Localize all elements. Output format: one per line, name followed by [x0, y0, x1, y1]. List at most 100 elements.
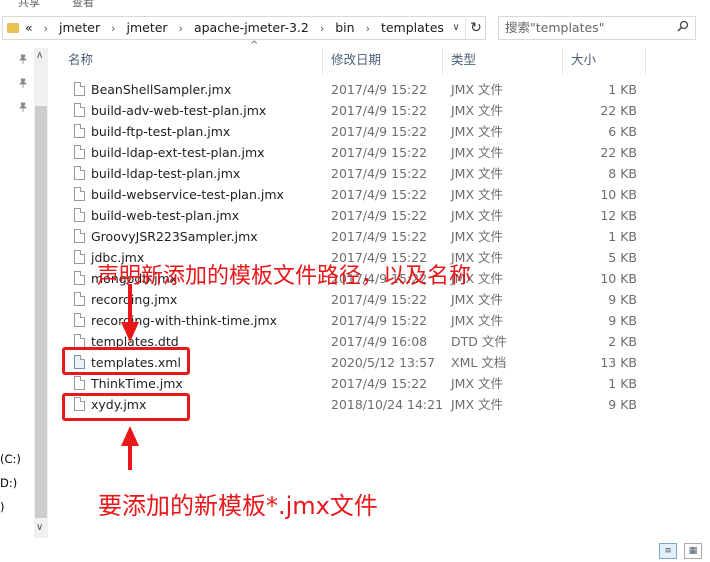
- file-row[interactable]: build-ldap-test-plan.jmx 2017/4/9 15:22 JM…: [60, 163, 646, 184]
- annotation-arrow-down: [128, 444, 132, 470]
- file-row[interactable]: build-web-test-plan.jmx 2017/4/9 15:22 JMX…: [60, 205, 646, 226]
- search-input[interactable]: 搜索"templates": [498, 16, 696, 40]
- file-row[interactable]: GroovyJSR223Sampler.jmx 2017/4/9 15:22 JMX…: [60, 226, 646, 247]
- file-size: 2 KB: [608, 334, 637, 349]
- column-type[interactable]: 类型: [443, 48, 563, 74]
- file-type: JMX 文件: [451, 376, 504, 391]
- file-size: 1 KB: [608, 376, 637, 391]
- file-size: 9 KB: [608, 313, 637, 328]
- file-icon: [74, 334, 85, 348]
- file-type: JMX 文件: [451, 313, 504, 328]
- file-type: JMX 文件: [451, 292, 504, 307]
- file-name[interactable]: build-ftp-test-plan.jmx: [91, 121, 230, 142]
- file-date: 2018/10/24 14:21: [331, 397, 444, 412]
- file-name[interactable]: BeanShellSampler.jmx: [91, 79, 231, 100]
- file-date: 2017/4/9 15:22: [331, 208, 428, 223]
- file-row[interactable]: ThinkTime.jmx 2017/4/9 15:22 JMX 文件 1 KB: [60, 373, 646, 394]
- breadcrumb-separator[interactable]: ›: [320, 22, 324, 35]
- breadcrumb: « › jmeter › jmeter › apache-jmeter-3.2 …: [25, 17, 444, 39]
- file-size: 22 KB: [600, 103, 637, 118]
- breadcrumb-jmeter-root[interactable]: jmeter: [59, 20, 100, 35]
- drive-d[interactable]: D:): [0, 476, 17, 490]
- breadcrumb-templates[interactable]: templates: [381, 20, 444, 35]
- back-chevron-icon[interactable]: «: [25, 20, 33, 35]
- pin-icon[interactable]: [18, 54, 28, 67]
- file-date: 2017/4/9 15:22: [331, 145, 428, 160]
- file-row[interactable]: build-webservice-test-plan.jmx 2017/4/9 1…: [60, 184, 646, 205]
- breadcrumb-apache-jmeter[interactable]: apache-jmeter-3.2: [194, 20, 309, 35]
- file-name[interactable]: build-ldap-test-plan.jmx: [91, 163, 240, 184]
- file-name[interactable]: GroovyJSR223Sampler.jmx: [91, 226, 258, 247]
- file-date: 2017/4/9 15:22: [331, 82, 428, 97]
- file-size: 6 KB: [608, 124, 637, 139]
- address-dropdown-icon[interactable]: ∨: [447, 17, 465, 39]
- file-name[interactable]: build-adv-web-test-plan.jmx: [91, 100, 266, 121]
- file-name[interactable]: build-webservice-test-plan.jmx: [91, 184, 284, 205]
- search-icon[interactable]: [677, 20, 689, 36]
- ribbon-menu-strip: 共享 查看: [0, 0, 710, 10]
- scrollbar-thumb[interactable]: [35, 106, 47, 518]
- drive-c[interactable]: (C:): [0, 452, 21, 466]
- file-size: 9 KB: [608, 397, 637, 412]
- file-row[interactable]: recording.jmx 2017/4/9 15:22 JMX 文件 9 KB: [60, 289, 646, 310]
- file-icon: [74, 313, 85, 327]
- pin-icon[interactable]: [18, 78, 28, 91]
- file-size: 10 KB: [600, 271, 637, 286]
- file-size: 12 KB: [600, 208, 637, 223]
- column-date[interactable]: 修改日期: [323, 48, 443, 74]
- file-name[interactable]: ThinkTime.jmx: [91, 373, 183, 394]
- file-type: DTD 文件: [451, 334, 507, 349]
- file-date: 2017/4/9 15:22: [331, 103, 428, 118]
- file-date: 2017/4/9 15:22: [331, 292, 428, 307]
- breadcrumb-separator[interactable]: ›: [44, 22, 48, 35]
- address-box[interactable]: « › jmeter › jmeter › apache-jmeter-3.2 …: [2, 16, 486, 40]
- scroll-down-icon[interactable]: ∨: [36, 522, 43, 533]
- details-view-icon[interactable]: ≡: [659, 543, 678, 559]
- file-row[interactable]: BeanShellSampler.jmx 2017/4/9 15:22 JMX 文件…: [60, 79, 646, 100]
- file-date: 2017/4/9 15:22: [331, 187, 428, 202]
- file-name[interactable]: build-web-test-plan.jmx: [91, 205, 239, 226]
- pin-icon[interactable]: [18, 102, 28, 115]
- file-name[interactable]: recording-with-think-time.jmx: [91, 310, 277, 331]
- file-type: JMX 文件: [451, 124, 504, 139]
- file-type: JMX 文件: [451, 166, 504, 181]
- arrow-up-icon: [121, 426, 139, 446]
- breadcrumb-separator[interactable]: ›: [366, 22, 370, 35]
- column-header: ^ 名称 修改日期 类型 大小: [60, 40, 646, 74]
- menu-view[interactable]: 查看: [72, 0, 94, 10]
- breadcrumb-separator[interactable]: ›: [179, 22, 183, 35]
- menu-share[interactable]: 共享: [18, 0, 40, 10]
- scroll-up-icon[interactable]: ∧: [36, 50, 43, 61]
- file-icon: [74, 250, 85, 264]
- drive-other[interactable]: ): [0, 500, 5, 514]
- breadcrumb-bin[interactable]: bin: [335, 20, 354, 35]
- file-row[interactable]: build-ldap-ext-test-plan.jmx 2017/4/9 15:…: [60, 142, 646, 163]
- file-date: 2017/4/9 16:08: [331, 334, 428, 349]
- file-icon: [74, 124, 85, 138]
- file-name[interactable]: recording.jmx: [91, 289, 177, 310]
- file-row[interactable]: recording-with-think-time.jmx 2017/4/9 15…: [60, 310, 646, 331]
- address-bar: « › jmeter › jmeter › apache-jmeter-3.2 …: [0, 14, 710, 44]
- column-size[interactable]: 大小: [563, 48, 646, 74]
- file-icon: [74, 103, 85, 117]
- file-row[interactable]: build-ftp-test-plan.jmx 2017/4/9 15:22 JMX…: [60, 121, 646, 142]
- breadcrumb-separator[interactable]: ›: [111, 22, 115, 35]
- file-date: 2017/4/9 15:22: [331, 376, 428, 391]
- breadcrumb-jmeter[interactable]: jmeter: [126, 20, 167, 35]
- file-icon: [74, 145, 85, 159]
- column-name[interactable]: 名称: [60, 48, 323, 74]
- file-icon: [74, 82, 85, 96]
- file-row[interactable]: build-adv-web-test-plan.jmx 2017/4/9 15:2…: [60, 100, 646, 121]
- file-type: JMX 文件: [451, 229, 504, 244]
- nav-scrollbar[interactable]: [34, 48, 48, 538]
- xydy-jmx-highlight: [62, 393, 190, 421]
- large-icons-view-icon[interactable]: ▦: [684, 543, 702, 559]
- refresh-icon[interactable]: ↻: [465, 17, 486, 39]
- templates-xml-highlight: [62, 347, 190, 375]
- arrow-down-icon: [121, 322, 139, 342]
- file-type: JMX 文件: [451, 208, 504, 223]
- search-placeholder: 搜索"templates": [505, 20, 605, 35]
- file-icon: [74, 187, 85, 201]
- file-name[interactable]: build-ldap-ext-test-plan.jmx: [91, 142, 265, 163]
- file-date: 2017/4/9 15:22: [331, 124, 428, 139]
